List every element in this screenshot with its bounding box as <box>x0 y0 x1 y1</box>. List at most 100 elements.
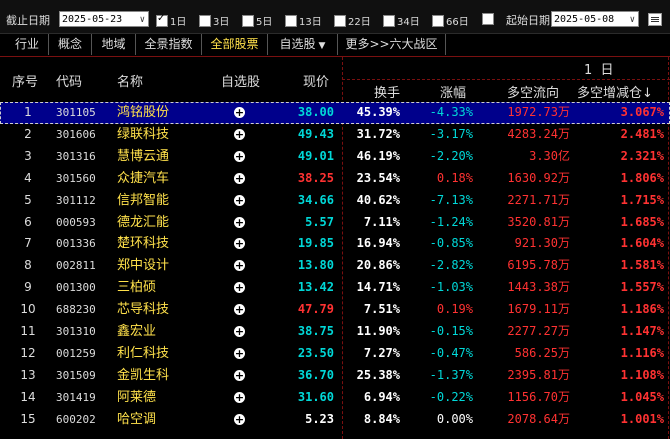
category-tabs: 行业 概念 地域 全景指数 全部股票 自选股 ▼ 更多>>六大战区 <box>0 34 670 57</box>
add-watchlist-icon[interactable]: + <box>234 391 245 403</box>
period-checkbox[interactable]: 1日 <box>156 13 186 28</box>
current-price: 49.01 <box>297 148 334 163</box>
table-row[interactable]: 8 002811 郑中设计 +13.80 20.86% -2.82% 6195.78万 1.5… <box>0 255 670 277</box>
start-date-value: 2025-05-08 <box>554 14 615 25</box>
chevron-down-icon[interactable]: ∨ <box>140 12 145 28</box>
tab-6[interactable]: 更多>>六大战区 <box>338 34 446 55</box>
table-row[interactable]: 15 600202 哈空调 +5.23 8.84% 0.00% 2078.64万 1.001% <box>0 409 670 431</box>
calendar-icon[interactable] <box>648 13 662 26</box>
stock-code: 001300 <box>56 281 96 295</box>
col-change[interactable]: 涨幅 <box>440 82 466 101</box>
period-checkbox[interactable]: 5日 <box>242 13 272 28</box>
add-watchlist-icon[interactable]: + <box>234 150 245 162</box>
table-row[interactable]: 14 301419 阿莱德 +31.60 6.94% -0.22% 1156.70万 1.04… <box>0 387 670 409</box>
turnover-rate: 6.94% <box>363 389 400 404</box>
chevron-down-icon[interactable]: ∨ <box>630 12 635 28</box>
add-watchlist-icon[interactable]: + <box>234 413 245 425</box>
capital-flow: 1443.38万 <box>507 280 570 295</box>
checkbox-icon[interactable] <box>482 13 494 25</box>
stock-name: 德龙汇能 <box>117 214 170 230</box>
dropdown-arrow-icon[interactable]: ▼ <box>319 41 326 51</box>
stock-code: 301509 <box>56 368 96 382</box>
col-seq[interactable]: 序号 <box>12 71 38 90</box>
table-row[interactable]: 12 001259 利仁科技 +23.50 7.27% -0.47% 586.25万 1.11… <box>0 343 670 365</box>
table-row[interactable]: 5 301112 信邦智能 +34.66 40.62% -7.13% 2271.71万 1.7… <box>0 190 670 212</box>
add-watchlist-icon[interactable]: + <box>234 326 245 337</box>
tab-2[interactable]: 地域 <box>92 34 136 55</box>
col-ratio[interactable]: 多空增减仓↓ <box>577 82 653 101</box>
stock-name: 绿联科技 <box>117 126 170 142</box>
stock-code: 688230 <box>56 303 96 317</box>
position-change-ratio: 1.147% <box>620 324 664 338</box>
stock-name: 三柏硕 <box>117 280 157 296</box>
checkbox-checked-icon[interactable] <box>156 13 168 27</box>
col-flow[interactable]: 多空流向 <box>507 82 559 101</box>
add-watchlist-icon[interactable]: + <box>234 172 245 184</box>
col-turnover[interactable]: 换手 <box>374 82 400 101</box>
start-date-input[interactable]: 2025-05-08 ∨ <box>551 11 639 27</box>
table-row[interactable]: 1 301105 鸿铭股份 +38.00 45.39% -4.33% 1972.73万 3.0… <box>0 102 670 124</box>
add-watchlist-icon[interactable]: + <box>234 260 245 272</box>
add-watchlist-icon[interactable]: + <box>234 282 245 294</box>
period-checkbox[interactable] <box>482 13 496 25</box>
table-row[interactable]: 4 301560 众捷汽车 +38.25 23.54% 0.18% 1630.92万 1.80… <box>0 168 670 190</box>
row-seq: 15 <box>20 411 36 426</box>
position-change-ratio: 1.806% <box>620 170 664 185</box>
col-name[interactable]: 名称 <box>117 71 143 90</box>
add-watchlist-icon[interactable]: + <box>234 304 245 316</box>
tab-1[interactable]: 概念 <box>49 34 92 55</box>
col-price[interactable]: 现价 <box>303 71 329 90</box>
current-price: 13.80 <box>297 258 334 273</box>
capital-flow: 2078.64万 <box>507 411 570 426</box>
tab-label: 自选股 <box>279 37 316 51</box>
add-watchlist-icon[interactable]: + <box>234 128 245 140</box>
stock-name: 众捷汽车 <box>117 170 170 186</box>
change-percent: -2.82% <box>429 258 473 273</box>
period-checkbox[interactable]: 66日 <box>432 13 469 28</box>
checkbox-icon[interactable] <box>383 14 395 27</box>
add-watchlist-icon[interactable]: + <box>234 369 245 381</box>
tab-5[interactable]: 自选股 ▼ <box>268 34 338 55</box>
capital-flow: 586.25万 <box>514 345 570 360</box>
end-date-label: 截止日期 <box>6 14 50 27</box>
period-checkbox[interactable]: 13日 <box>285 13 322 28</box>
tab-3[interactable]: 全景指数 <box>136 34 202 55</box>
table-row[interactable]: 13 301509 金凯生科 +36.70 25.38% -1.37% 2395.81万 1.… <box>0 365 670 387</box>
turnover-rate: 40.62% <box>356 192 400 207</box>
row-seq: 11 <box>20 324 36 338</box>
period-checkbox[interactable]: 22日 <box>334 13 371 28</box>
col-watchlist[interactable]: 自选股 <box>221 71 260 90</box>
period-checkbox[interactable]: 34日 <box>383 13 420 28</box>
table-row[interactable]: 9 001300 三柏硕 +13.42 14.71% -1.03% 1443.38万 1.55… <box>0 277 670 299</box>
add-watchlist-icon[interactable]: + <box>234 194 245 206</box>
checkbox-icon[interactable] <box>199 14 211 27</box>
tab-label: 全部股票 <box>210 37 259 51</box>
table-row[interactable]: 11 301310 鑫宏业 +38.75 11.90% -0.15% 2277.27万 1.1… <box>0 321 670 343</box>
table-row[interactable]: 10 688230 芯导科技 +47.79 7.51% 0.19% 1679.11万 1.18… <box>0 299 670 321</box>
period-checkbox[interactable]: 3日 <box>199 13 229 28</box>
period-label: 1日 <box>170 17 187 28</box>
table-row[interactable]: 6 000593 德龙汇能 +5.57 7.11% -1.24% 3520.81万 1.685… <box>0 212 670 234</box>
col-code[interactable]: 代码 <box>56 71 82 90</box>
add-watchlist-icon[interactable]: + <box>234 216 245 228</box>
add-watchlist-icon[interactable]: + <box>234 347 245 359</box>
current-price: 34.66 <box>297 192 334 207</box>
tab-0[interactable]: 行业 <box>6 34 49 55</box>
checkbox-icon[interactable] <box>242 14 254 27</box>
checkbox-icon[interactable] <box>285 14 297 27</box>
add-watchlist-icon[interactable]: + <box>234 107 245 118</box>
current-price: 38.75 <box>297 324 334 338</box>
checkbox-icon[interactable] <box>334 14 346 27</box>
stock-name: 哈空调 <box>117 411 157 427</box>
add-watchlist-icon[interactable]: + <box>234 238 245 250</box>
checkbox-icon[interactable] <box>432 14 444 27</box>
table-row[interactable]: 2 301606 绿联科技 +49.43 31.72% -3.17% 4283.24万 2.4… <box>0 124 670 146</box>
change-percent: -4.33% <box>429 105 473 119</box>
end-date-input[interactable]: 2025-05-23 ∨ <box>59 11 149 27</box>
tab-4[interactable]: 全部股票 <box>202 34 268 55</box>
table-row[interactable]: 7 001336 楚环科技 +19.85 16.94% -0.85% 921.30万 1.60… <box>0 233 670 255</box>
table-row[interactable]: 3 301316 慧博云通 +49.01 46.19% -2.20% 3.30亿 2.321% <box>0 146 670 168</box>
position-change-ratio: 1.715% <box>620 192 664 207</box>
capital-flow: 2271.71万 <box>507 192 570 207</box>
change-percent: -0.22% <box>429 389 473 404</box>
